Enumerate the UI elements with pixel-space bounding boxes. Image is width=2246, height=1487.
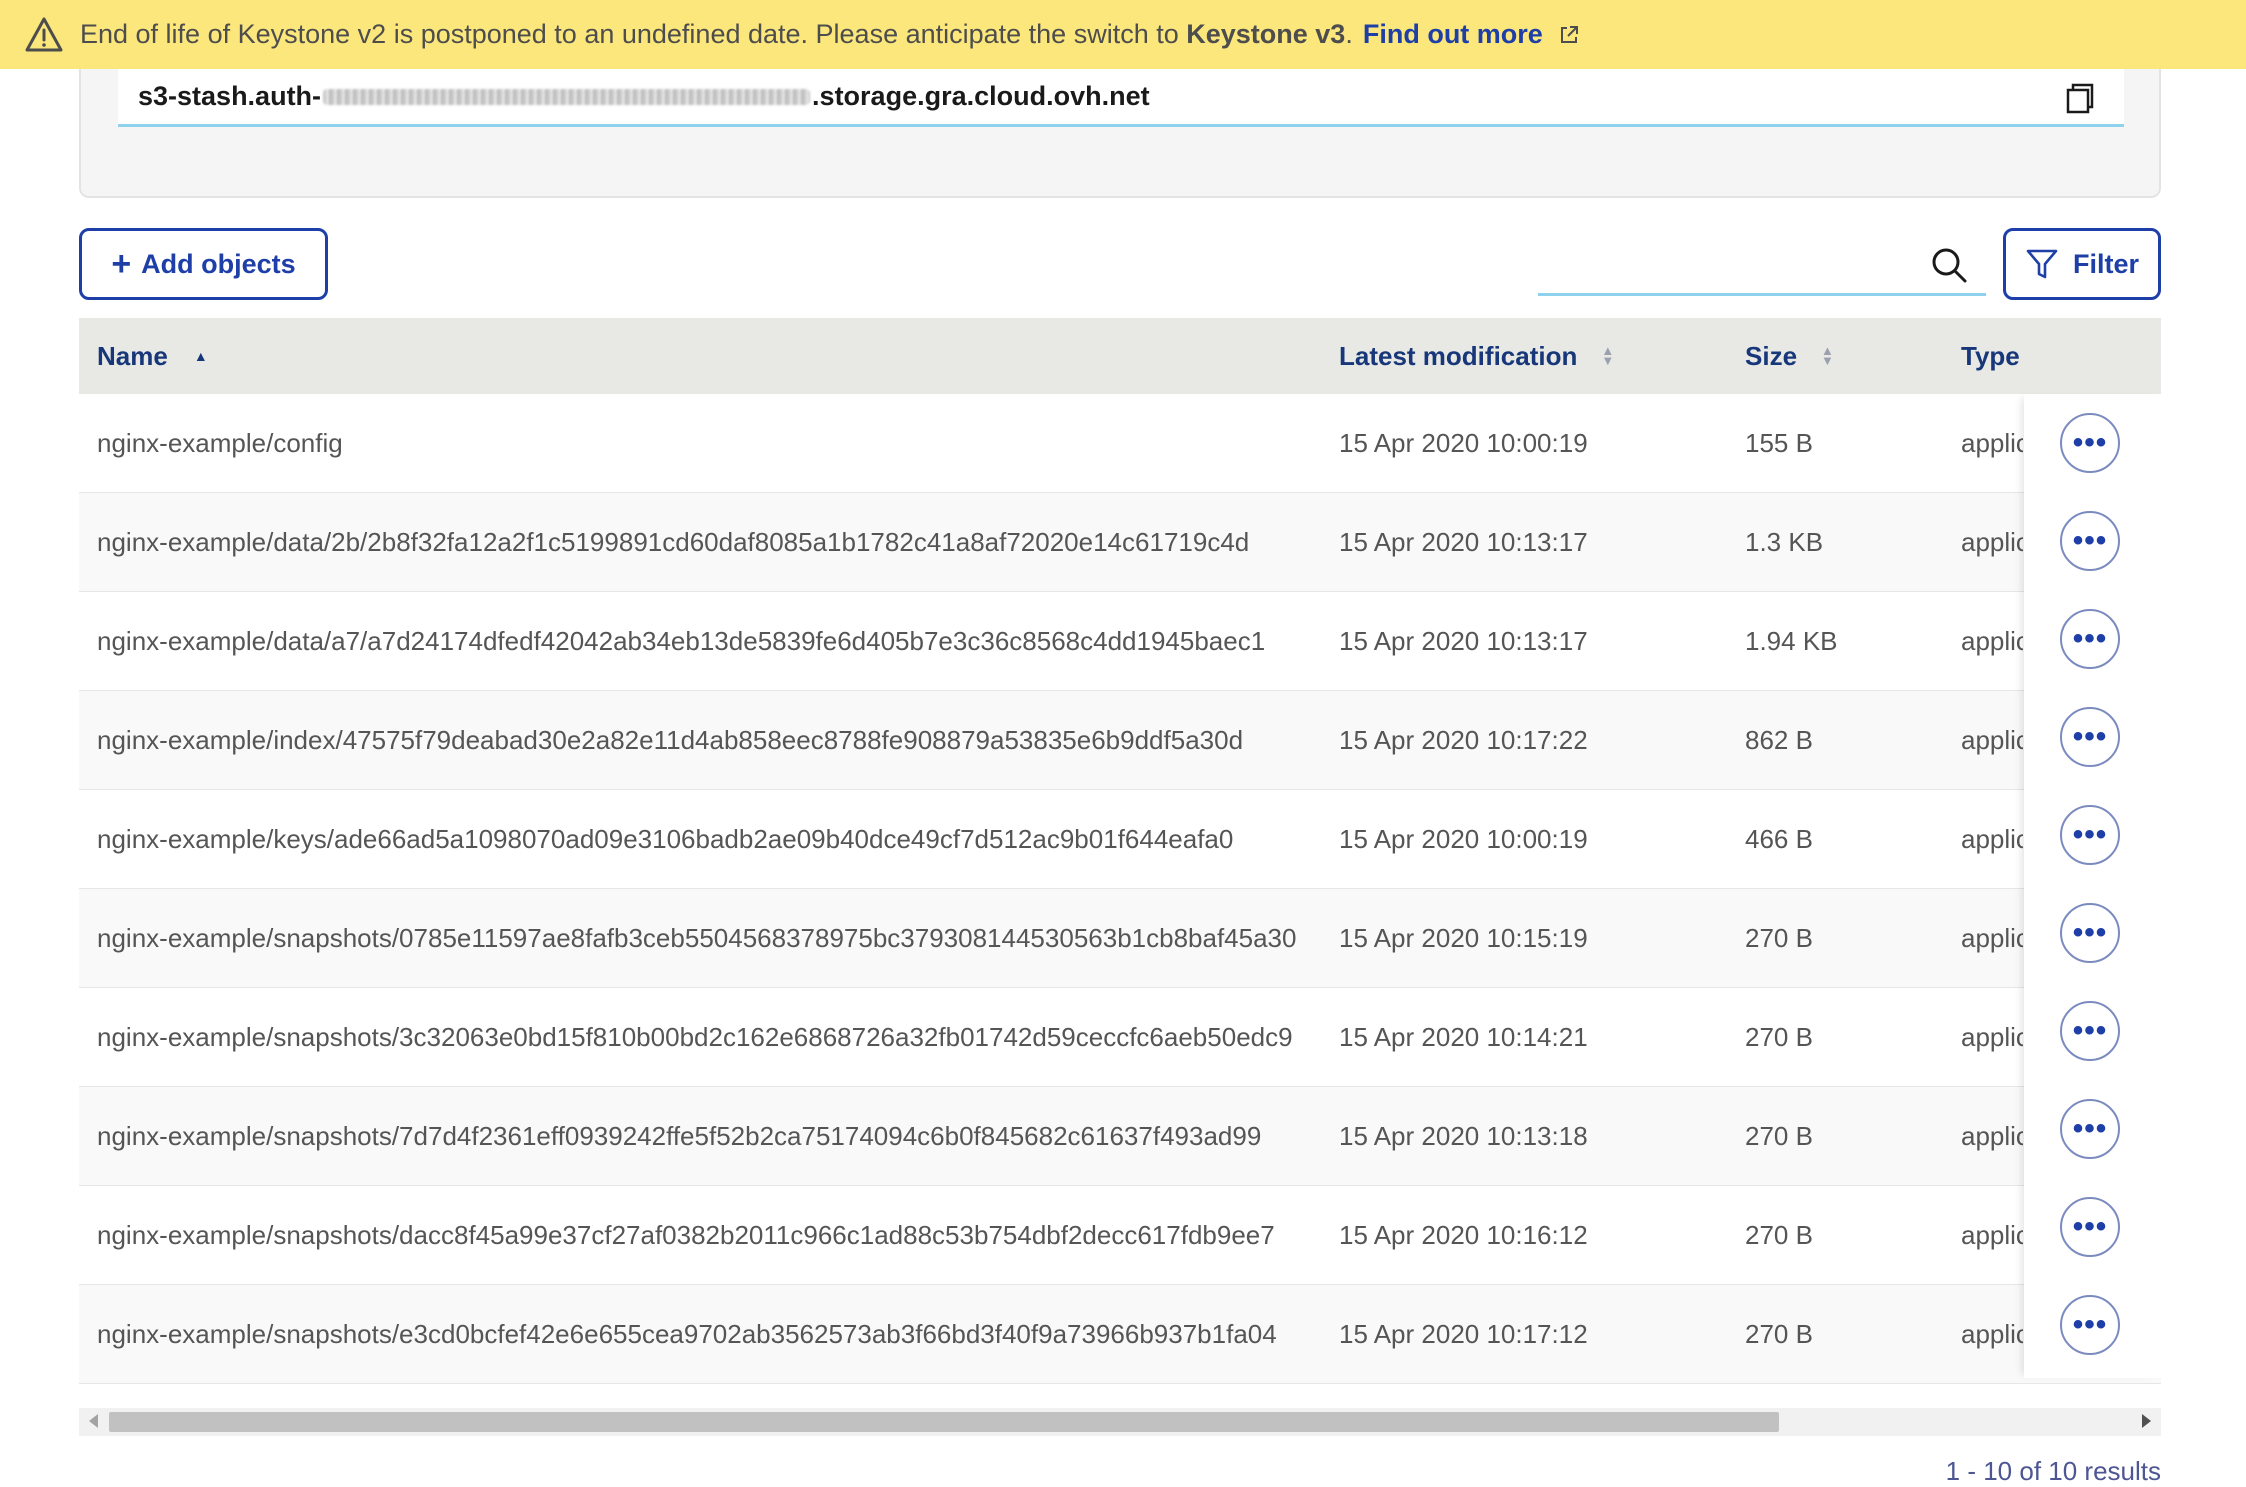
redacted-segment: [323, 88, 811, 105]
filter-icon: [2026, 249, 2058, 279]
sort-icon: ▲ ▼: [1821, 343, 1834, 368]
endpoint-url-field[interactable]: s3-stash.auth- .storage.gra.cloud.ovh.ne…: [118, 69, 2124, 127]
object-type: applic: [1961, 1318, 2023, 1349]
search-input[interactable]: [1538, 232, 1928, 290]
banner-highlight: Keystone v3: [1186, 19, 1346, 49]
table-row: nginx-example/config 15 Apr 2020 10:00:19…: [79, 394, 2161, 493]
endpoint-suffix: .storage.gra.cloud.ovh.net: [812, 81, 1150, 111]
table-header: Name ▲ Latest modification ▲ ▼ Size ▲ ▼ Ty…: [79, 318, 2161, 394]
object-type: applic: [1961, 922, 2023, 953]
search-field: [1538, 232, 1986, 296]
table-row: nginx-example/index/47575f79deabad30e2a8…: [79, 691, 2161, 790]
table-row: nginx-example/keys/ade66ad5a1098070ad09e…: [79, 790, 2161, 889]
more-actions-button[interactable]: •••: [2060, 805, 2120, 865]
column-header-type[interactable]: Type: [1961, 318, 2023, 394]
scroll-right-arrow-icon[interactable]: [2142, 1414, 2151, 1428]
table-row: nginx-example/data/2b/2b8f32fa12a2f1c519…: [79, 493, 2161, 592]
object-modified: 15 Apr 2020 10:17:12: [1339, 1318, 1588, 1349]
external-link-icon[interactable]: [1557, 23, 1581, 47]
add-objects-button[interactable]: + Add objects: [79, 228, 328, 300]
table-body: nginx-example/config 15 Apr 2020 10:00:19…: [79, 394, 2161, 1384]
table-row: nginx-example/snapshots/dacc8f45a99e37cf…: [79, 1186, 2161, 1285]
find-out-more-link[interactable]: Find out more: [1363, 19, 1543, 50]
warning-icon: [25, 17, 63, 51]
table-row: nginx-example/snapshots/0785e11597ae8faf…: [79, 889, 2161, 988]
object-size: 270 B: [1745, 1120, 1813, 1151]
sort-ascending-icon: ▲: [193, 348, 208, 364]
table-row: nginx-example/snapshots/3c32063e0bd15f81…: [79, 988, 2161, 1087]
object-modified: 15 Apr 2020 10:13:17: [1339, 526, 1588, 557]
more-actions-button[interactable]: •••: [2060, 1099, 2120, 1159]
object-size: 270 B: [1745, 1219, 1813, 1250]
object-modified: 15 Apr 2020 10:16:12: [1339, 1219, 1588, 1250]
object-size: 862 B: [1745, 724, 1813, 755]
object-name[interactable]: nginx-example/snapshots/dacc8f45a99e37cf…: [97, 1186, 1397, 1284]
object-size: 270 B: [1745, 1021, 1813, 1052]
object-type: applic: [1961, 526, 2023, 557]
more-actions-button[interactable]: •••: [2060, 413, 2120, 473]
copy-icon[interactable]: [2064, 81, 2096, 115]
more-actions-button[interactable]: •••: [2060, 1001, 2120, 1061]
object-size: 270 B: [1745, 922, 1813, 953]
plus-icon: +: [111, 245, 132, 283]
object-name[interactable]: nginx-example/snapshots/0785e11597ae8faf…: [97, 889, 1397, 987]
filter-button[interactable]: Filter: [2003, 228, 2161, 300]
column-header-size[interactable]: Size ▲ ▼: [1745, 318, 1834, 394]
warning-banner: End of life of Keystone v2 is postponed …: [0, 0, 2246, 69]
object-name[interactable]: nginx-example/data/2b/2b8f32fa12a2f1c519…: [97, 493, 1397, 591]
more-actions-button[interactable]: •••: [2060, 609, 2120, 669]
object-modified: 15 Apr 2020 10:17:22: [1339, 724, 1588, 755]
object-size: 466 B: [1745, 823, 1813, 854]
horizontal-scrollbar[interactable]: [79, 1408, 2161, 1436]
search-icon[interactable]: [1930, 246, 1968, 284]
object-size: 1.3 KB: [1745, 526, 1824, 557]
object-name[interactable]: nginx-example/keys/ade66ad5a1098070ad09e…: [97, 790, 1397, 888]
more-actions-button[interactable]: •••: [2060, 1295, 2120, 1355]
scroll-left-arrow-icon[interactable]: [89, 1414, 98, 1428]
object-modified: 15 Apr 2020 10:13:17: [1339, 625, 1588, 656]
object-modified: 15 Apr 2020 10:13:18: [1339, 1120, 1588, 1151]
object-name[interactable]: nginx-example/snapshots/3c32063e0bd15f81…: [97, 988, 1397, 1086]
objects-table: Name ▲ Latest modification ▲ ▼ Size ▲ ▼ Ty…: [79, 318, 2161, 1384]
table-row: nginx-example/snapshots/e3cd0bcfef42e6e6…: [79, 1285, 2161, 1384]
object-modified: 15 Apr 2020 10:15:19: [1339, 922, 1588, 953]
object-type: applic: [1961, 1219, 2023, 1250]
object-type: applic: [1961, 1120, 2023, 1151]
sort-icon: ▲ ▼: [1601, 343, 1615, 368]
object-name[interactable]: nginx-example/data/a7/a7d24174dfedf42042…: [97, 592, 1397, 690]
object-type: applic: [1961, 1021, 2023, 1052]
object-size: 270 B: [1745, 1318, 1813, 1349]
more-actions-button[interactable]: •••: [2060, 903, 2120, 963]
table-row: nginx-example/data/a7/a7d24174dfedf42042…: [79, 592, 2161, 691]
column-header-modified[interactable]: Latest modification ▲ ▼: [1339, 318, 1614, 394]
more-actions-button[interactable]: •••: [2060, 707, 2120, 767]
object-name[interactable]: nginx-example/snapshots/e3cd0bcfef42e6e6…: [97, 1285, 1397, 1383]
more-actions-button[interactable]: •••: [2060, 1197, 2120, 1257]
object-modified: 15 Apr 2020 10:00:19: [1339, 823, 1588, 854]
object-type: applic: [1961, 724, 2023, 755]
object-modified: 15 Apr 2020 10:14:21: [1339, 1021, 1588, 1052]
object-size: 1.94 KB: [1745, 625, 1838, 656]
object-size: 155 B: [1745, 427, 1813, 458]
object-name[interactable]: nginx-example/index/47575f79deabad30e2a8…: [97, 691, 1397, 789]
table-row: nginx-example/snapshots/7d7d4f2361eff093…: [79, 1087, 2161, 1186]
banner-text: End of life of Keystone v2 is postponed …: [80, 19, 1353, 49]
object-type: applic: [1961, 625, 2023, 656]
object-name[interactable]: nginx-example/config: [97, 394, 1397, 492]
column-header-name[interactable]: Name ▲: [97, 318, 208, 394]
object-type: applic: [1961, 427, 2023, 458]
results-count: 1 - 10 of 10 results: [1945, 1456, 2161, 1486]
object-modified: 15 Apr 2020 10:00:19: [1339, 427, 1588, 458]
more-actions-button[interactable]: •••: [2060, 511, 2120, 571]
endpoint-prefix: s3-stash.auth-: [138, 81, 322, 111]
scrollbar-thumb[interactable]: [109, 1412, 1779, 1432]
object-type: applic: [1961, 823, 2023, 854]
object-name[interactable]: nginx-example/snapshots/7d7d4f2361eff093…: [97, 1087, 1397, 1185]
